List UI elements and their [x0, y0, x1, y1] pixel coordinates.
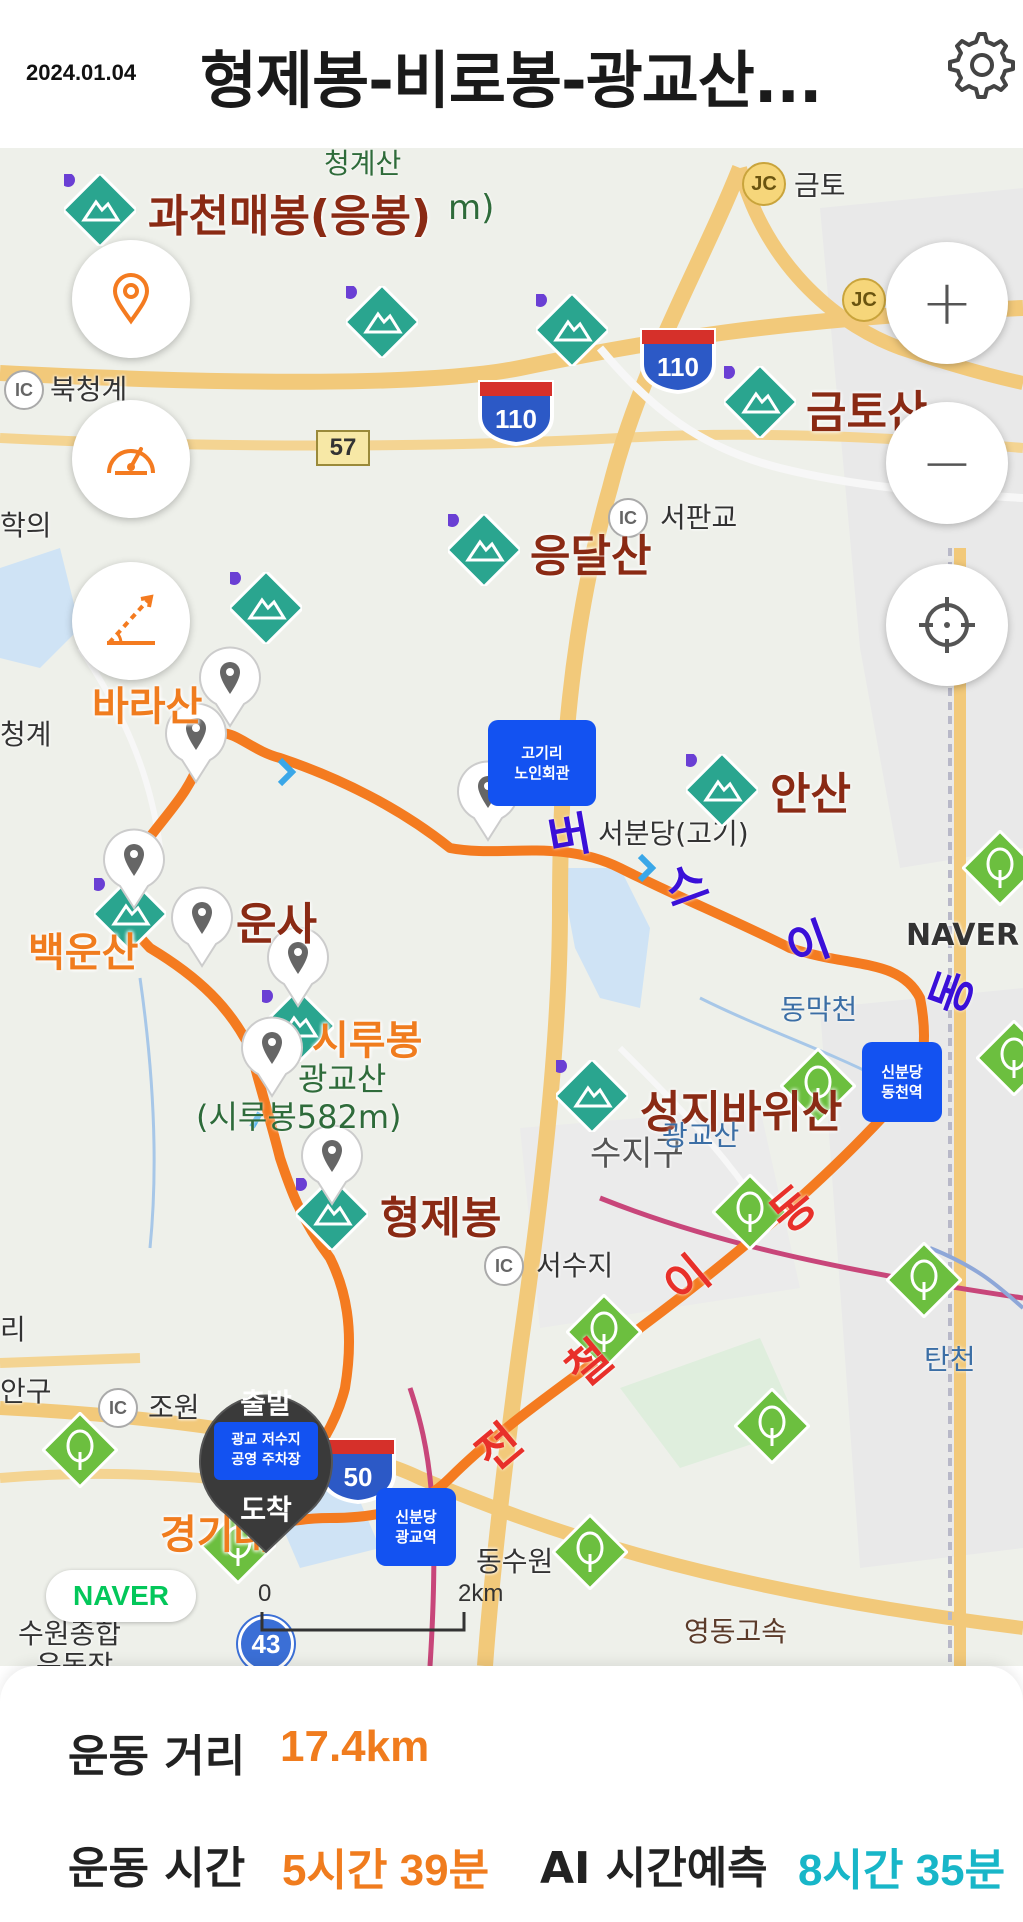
current-location-button[interactable]	[886, 564, 1008, 686]
peak-label-gwacheon: 과천매봉(응봉)	[148, 191, 432, 242]
peak-label-gwacheon-suffix: m)	[448, 188, 495, 228]
place-label-seosuji: 서수지	[536, 1249, 614, 1282]
peak-label-sirubong-height: (시루봉582m)	[196, 1098, 402, 1136]
station-label-dongcheon[interactable]: 신분당 동천역	[862, 1042, 942, 1122]
jc-badge-east: JC	[842, 278, 886, 322]
speed-button[interactable]	[72, 400, 190, 518]
tree-icon[interactable]	[42, 1412, 118, 1488]
place-label-cheonggyesan: 청계산	[324, 148, 402, 180]
peak-label-baekunsan: 백운산	[28, 930, 139, 976]
route-57-sign: 57	[316, 430, 370, 466]
station-label-gogiri[interactable]: 고기리 노인회관	[488, 720, 596, 806]
highway-110-right-label: 110	[657, 352, 699, 382]
place-label-dongmakcheon: 동막천	[780, 993, 858, 1026]
peak-label-siru: 시루봉	[312, 1018, 423, 1064]
start-finish-marker[interactable]: 출발 광교 저수지 공영 주차장 도착	[198, 1368, 334, 1554]
jc-badge-geumto: JC	[742, 162, 786, 206]
workout-stats-panel: 운동 거리 17.4km 운동 시간 5시간 39분 AI 시간예측 8시간 3…	[0, 1666, 1023, 1922]
peak-label-ansan: 안산	[770, 769, 851, 820]
finish-label: 도착	[240, 1493, 292, 1526]
peak-label-unsa: 운사	[236, 899, 317, 950]
minus-icon: −	[921, 426, 973, 499]
crosshair-icon	[919, 597, 975, 653]
place-label-left-edge: 리	[0, 1313, 26, 1346]
map-scale: 0 2km	[258, 1580, 503, 1640]
place-label-tancheon: 탄천	[924, 1343, 976, 1376]
ai-time-label: AI 시간예측	[540, 1843, 768, 1894]
slope-icon	[107, 594, 155, 645]
place-label-dongsuwon: 동수원	[476, 1545, 554, 1578]
scale-bar	[260, 1612, 466, 1632]
place-label-yeongdong: 영동고속	[684, 1615, 788, 1648]
highway-shield-110-left: 110	[478, 380, 554, 446]
zoom-in-button[interactable]: +	[886, 242, 1008, 364]
scale-distance: 2km	[458, 1580, 504, 1607]
place-label-naver-building: NAVER	[906, 918, 1020, 953]
place-label-jowon: 조원	[148, 1391, 200, 1424]
place-label-hakui: 학의	[0, 509, 52, 542]
distance-label: 운동 거리	[68, 1731, 246, 1782]
mountain-peak-icon[interactable]	[230, 572, 302, 644]
highway-50-label: 50	[344, 1462, 373, 1492]
tree-icon[interactable]	[734, 1388, 810, 1464]
place-label-suwon-stadium: 운동장	[36, 1649, 114, 1666]
settings-button[interactable]	[942, 28, 1016, 102]
highway-110-left-label: 110	[495, 404, 537, 434]
place-label-seopangyo: 서판교	[660, 501, 738, 534]
place-label-geumto: 금토	[794, 169, 846, 202]
time-label: 운동 시간	[68, 1843, 246, 1894]
waypoint-pin-icon[interactable]	[98, 824, 170, 912]
peak-label-barasan: 바라산	[92, 684, 203, 730]
location-marker-button[interactable]	[72, 240, 190, 358]
time-value: 5시간 39분	[282, 1846, 490, 1895]
start-location-label: 광교 저수지 공영 주차장	[214, 1422, 318, 1480]
location-pin-icon	[112, 273, 150, 325]
map-view[interactable]: JC 금토 JC IC 북청계 IC 서판교 학의 청계 IC 서수지 IC 조…	[0, 148, 1023, 1666]
zoom-out-button[interactable]: −	[886, 402, 1008, 524]
app-header: 2024.01.04 형제봉-비로봉-광교산...	[0, 0, 1023, 148]
ai-time-value: 8시간 35분	[798, 1846, 1006, 1895]
place-label-cheonggye: 청계	[0, 718, 52, 751]
tree-icon[interactable]	[886, 1242, 962, 1318]
plus-icon: +	[921, 266, 973, 339]
record-date: 2024.01.04	[26, 60, 137, 85]
mountain-peak-icon[interactable]	[686, 754, 758, 826]
station-label-gwanggyo[interactable]: 신분당 광교역	[376, 1488, 456, 1566]
place-label-anggu: 안구	[0, 1375, 52, 1408]
mountain-peak-icon[interactable]	[536, 294, 608, 366]
ic-badge-seosuji: IC	[484, 1246, 524, 1286]
gear-icon	[948, 32, 1015, 99]
distance-value: 17.4km	[280, 1722, 430, 1771]
tree-icon[interactable]	[962, 830, 1023, 906]
tree-icon[interactable]	[976, 1020, 1023, 1096]
ic-badge-bukcheonggye: IC	[4, 370, 44, 410]
peak-label-seongji-sub: 광교산	[662, 1119, 740, 1152]
mountain-peak-icon[interactable]	[346, 286, 418, 358]
page-title: 형제봉-비로봉-광교산...	[200, 44, 822, 117]
scale-zero: 0	[258, 1580, 272, 1607]
slope-button[interactable]	[72, 562, 190, 680]
mountain-peak-icon[interactable]	[448, 514, 520, 586]
naver-logo: NAVER	[46, 1570, 196, 1622]
mountain-peak-icon[interactable]	[64, 174, 136, 246]
speedometer-icon	[107, 447, 155, 475]
peak-label-hyeongje: 형제봉	[380, 1193, 502, 1244]
mountain-peak-icon[interactable]	[556, 1060, 628, 1132]
waypoint-pin-icon[interactable]	[166, 882, 238, 970]
start-label: 출발	[240, 1387, 292, 1420]
peak-label-eungdal: 응달산	[530, 531, 652, 582]
mountain-peak-icon[interactable]	[724, 366, 796, 438]
highway-shield-110-right: 110	[640, 328, 716, 394]
tree-icon[interactable]	[552, 1514, 628, 1590]
